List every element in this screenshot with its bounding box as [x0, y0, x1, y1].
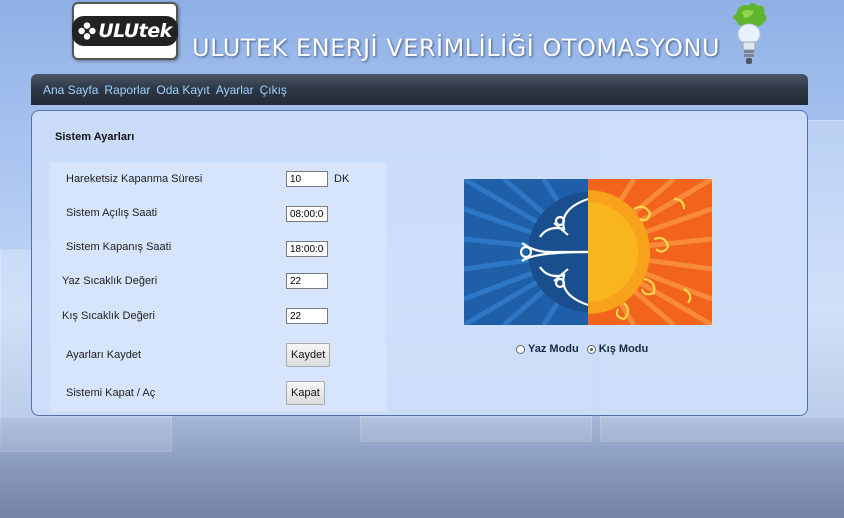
panel-title: Sistem Ayarları [55, 131, 135, 143]
winter-mode-label: Kış Modu [598, 343, 649, 355]
logo-flower-icon [78, 22, 96, 40]
summer-mode-radio[interactable] [516, 344, 525, 354]
winter-mode-radio[interactable] [586, 344, 596, 354]
season-mode-selector: Yaz Modu Kış Modu [516, 343, 656, 355]
nav-room-register[interactable]: Oda Kayıt [156, 83, 209, 97]
season-winter-summer-image [464, 179, 712, 325]
nav-logout[interactable]: Çıkış [260, 83, 287, 97]
idle-close-unit: DK [334, 173, 350, 185]
open-time-label: Sistem Açılış Saati [66, 207, 158, 219]
close-time-input[interactable] [286, 241, 328, 257]
save-button[interactable]: Kaydet [286, 343, 331, 367]
page-header: ULUtek ULUTEK ENERJİ VERİMLİLİĞİ OTOMASY… [0, 0, 844, 72]
main-nav: Ana Sayfa Raporlar Oda Kayıt Ayarlar Çık… [31, 74, 808, 105]
logo-text: ULUtek [98, 20, 172, 42]
ulutek-logo[interactable]: ULUtek [72, 2, 178, 60]
summer-temp-input[interactable] [286, 273, 328, 289]
settings-form: Hareketsiz Kapanma Süresi DK Sistem Açıl… [50, 163, 386, 411]
close-time-label: Sistem Kapanış Saati [66, 241, 172, 253]
system-settings-panel: Sistem Ayarları Hareketsiz Kapanma Süres… [31, 110, 808, 416]
winter-temp-input[interactable] [286, 308, 328, 324]
idle-close-label: Hareketsiz Kapanma Süresi [66, 173, 203, 185]
site-title: ULUTEK ENERJİ VERİMLİLİĞİ OTOMASYONU [192, 34, 721, 62]
idle-close-input[interactable] [286, 171, 328, 187]
nav-reports[interactable]: Raporlar [104, 83, 150, 97]
summer-mode-label: Yaz Modu [528, 343, 579, 355]
logo-wordmark: ULUtek [72, 16, 178, 46]
open-time-input[interactable] [286, 206, 328, 222]
energy-bulb-icon [733, 3, 767, 64]
nav-home[interactable]: Ana Sayfa [43, 83, 98, 97]
nav-settings[interactable]: Ayarlar [216, 83, 254, 97]
save-settings-label: Ayarları Kaydet [66, 349, 142, 361]
system-toggle-button[interactable]: Kapat [286, 381, 325, 405]
system-toggle-label: Sistemi Kapat / Aç [66, 387, 156, 399]
winter-temp-label: Kış Sıcaklık Değeri [62, 310, 155, 322]
summer-temp-label: Yaz Sıcaklık Değeri [62, 275, 158, 287]
